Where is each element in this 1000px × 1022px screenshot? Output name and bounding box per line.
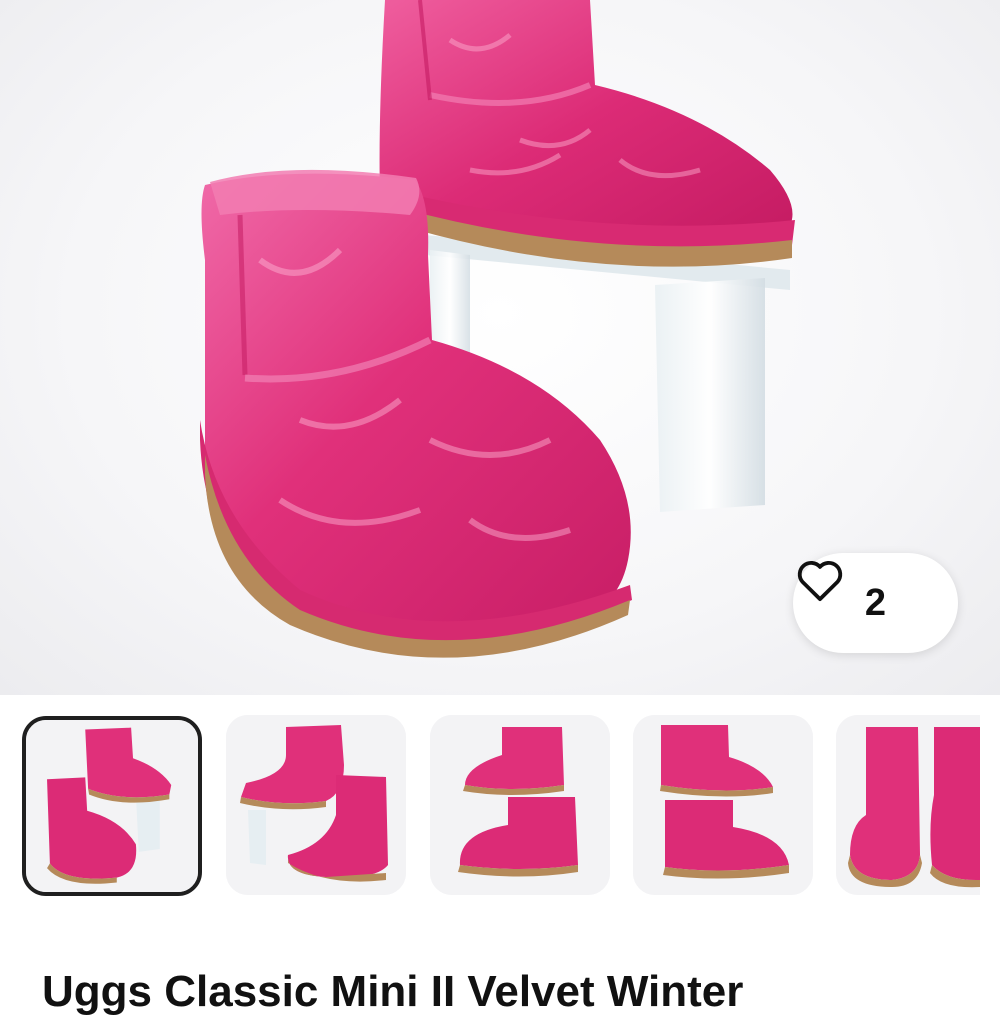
heart-outline-icon [797, 561, 843, 602]
thumbnail-2[interactable] [226, 715, 406, 895]
thumbnail-image [226, 715, 406, 895]
thumbnail-4[interactable] [633, 715, 813, 895]
like-button[interactable]: 2 [793, 553, 958, 653]
thumbnail-image [26, 720, 198, 892]
product-title: Uggs Classic Mini II Velvet Winter [42, 967, 744, 1016]
image-thumbnail-strip[interactable] [0, 695, 1000, 920]
thumbnail-image [430, 715, 610, 895]
thumbnail-1[interactable] [22, 716, 202, 896]
product-main-image[interactable]: 2 [0, 0, 1000, 695]
thumbnail-5[interactable] [836, 715, 980, 895]
thumbnail-image [633, 715, 813, 895]
thumbnail-image [836, 715, 980, 895]
like-count: 2 [864, 581, 887, 624]
thumbnail-3[interactable] [430, 715, 610, 895]
